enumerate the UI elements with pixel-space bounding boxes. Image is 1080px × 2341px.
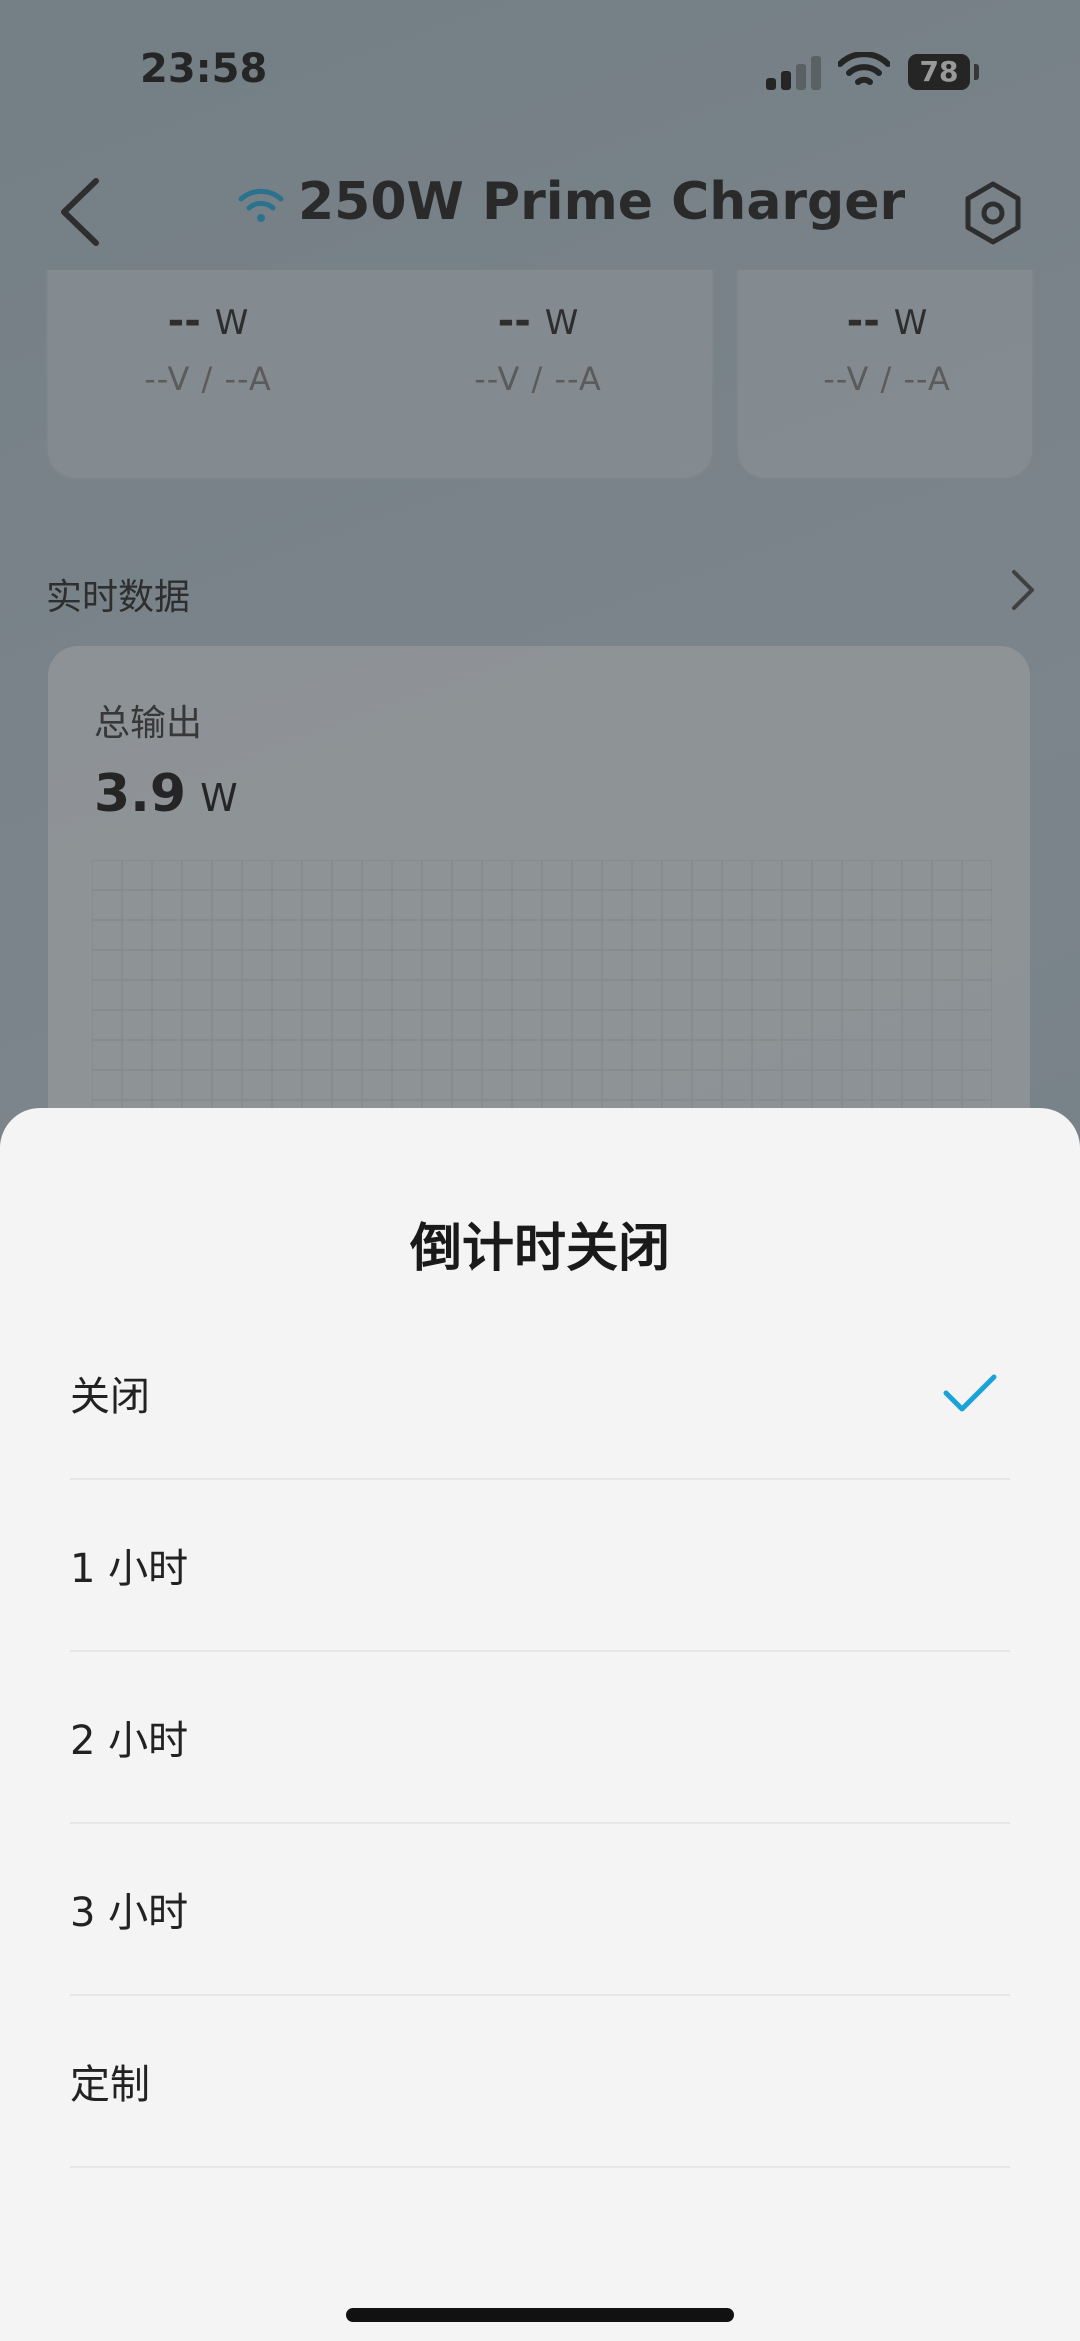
option-label: 3 小时	[70, 1890, 189, 1936]
option-label: 1 小时	[70, 1546, 189, 1592]
option-custom[interactable]: 定制	[70, 1996, 1010, 2168]
countdown-sheet: 倒计时关闭 关闭 1 小时 2 小时 3 小时 定制	[0, 1108, 1080, 2341]
checkmark-icon	[943, 1374, 997, 1412]
home-indicator[interactable]	[346, 2308, 734, 2322]
option-label: 定制	[70, 2062, 150, 2108]
option-off[interactable]: 关闭	[70, 1308, 1010, 1480]
option-1-hour[interactable]: 1 小时	[70, 1480, 1010, 1652]
option-3-hours[interactable]: 3 小时	[70, 1824, 1010, 1996]
option-2-hours[interactable]: 2 小时	[70, 1652, 1010, 1824]
app-screen: 23:58 78 250W Prime Charger -- W --V / -…	[0, 0, 1080, 2341]
option-label: 2 小时	[70, 1718, 189, 1764]
sheet-title: 倒计时关闭	[409, 1219, 670, 1279]
option-label: 关闭	[70, 1374, 150, 1420]
